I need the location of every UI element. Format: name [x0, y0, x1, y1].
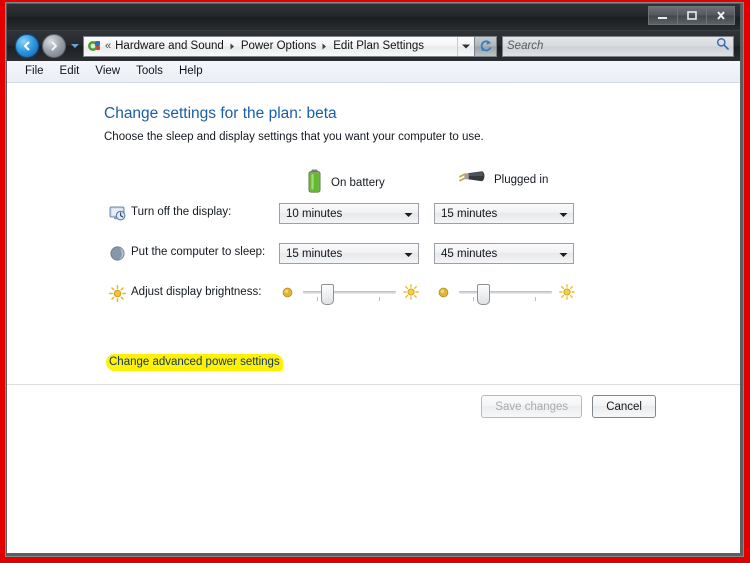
setting-label-put-computer-to-sleep: Put the computer to sleep:	[131, 246, 266, 258]
close-button[interactable]	[706, 6, 735, 25]
minimize-button[interactable]	[648, 6, 677, 25]
advanced-link-row: Change advanced power settings	[7, 349, 740, 383]
sun-dim-icon-on-battery	[279, 284, 295, 300]
setting-row-adjust-brightness: Adjust display brightness:	[7, 279, 740, 323]
sun-dim-icon-plugged-in	[435, 284, 451, 300]
setting-label-turn-off-display: Turn off the display:	[131, 206, 232, 218]
setting-row-put-computer-to-sleep: Put the computer to sleep: 15 minutes 45…	[7, 239, 740, 279]
slider-brightness-plugged-in[interactable]	[459, 284, 552, 305]
column-header-plugged-in: Plugged in	[459, 169, 548, 190]
slider-track	[303, 291, 396, 294]
chevron-down-icon	[404, 245, 413, 263]
slider-tick	[379, 297, 380, 301]
page-subtitle: Choose the sleep and display settings th…	[104, 131, 484, 143]
footer-divider	[7, 384, 740, 385]
menu-item-help[interactable]: Help	[171, 63, 211, 80]
menu-bar: File Edit View Tools Help	[7, 61, 740, 83]
breadcrumb-item-power-options[interactable]: Power Options	[240, 40, 317, 52]
search-placeholder: Search	[507, 40, 544, 52]
maximize-icon	[687, 11, 697, 20]
recent-pages-button[interactable]	[69, 35, 81, 57]
chevron-down-icon	[404, 205, 413, 223]
slider-tick	[317, 297, 318, 301]
control-panel-icon	[85, 37, 103, 56]
refresh-button[interactable]	[475, 35, 497, 57]
combo-sleep-plugged-in[interactable]: 45 minutes	[434, 243, 574, 264]
breadcrumb-separator-icon-2	[317, 43, 332, 50]
combo-value: 15 minutes	[286, 247, 343, 260]
back-button[interactable]	[15, 34, 39, 58]
menu-item-view[interactable]: View	[87, 63, 128, 80]
sleep-moon-icon	[109, 245, 126, 262]
breadcrumb-separator-icon	[225, 43, 240, 50]
slider-tick	[535, 297, 536, 301]
setting-row-turn-off-display: Turn off the display: 10 minutes 15 minu…	[7, 199, 740, 239]
save-changes-button[interactable]: Save changes	[481, 395, 583, 418]
menu-item-file[interactable]: File	[17, 63, 52, 80]
slider-tick	[473, 297, 474, 301]
chevron-down-icon	[559, 245, 568, 263]
combo-sleep-on-battery[interactable]: 15 minutes	[279, 243, 419, 264]
breadcrumb[interactable]: « Hardware and Sound Power Options Edit …	[83, 35, 475, 57]
minimize-icon	[658, 17, 667, 19]
forward-button[interactable]	[42, 34, 66, 58]
setting-label-adjust-brightness: Adjust display brightness:	[131, 286, 262, 298]
search-icon	[716, 37, 729, 55]
sun-bright-icon-plugged-in	[559, 284, 575, 300]
sun-bright-icon-on-battery	[403, 284, 419, 300]
chevron-down-icon	[71, 44, 79, 48]
close-icon	[716, 11, 725, 20]
back-arrow-icon	[16, 35, 38, 57]
window-title-bar	[7, 4, 740, 31]
forward-arrow-icon	[43, 35, 65, 57]
battery-icon	[307, 169, 322, 196]
power-options-window: « Hardware and Sound Power Options Edit …	[6, 3, 743, 556]
breadcrumb-overflow[interactable]: «	[103, 40, 114, 52]
combo-value: 10 minutes	[286, 207, 343, 220]
breadcrumb-dropdown-button[interactable]	[457, 36, 474, 56]
combo-value: 45 minutes	[441, 247, 498, 260]
sun-icon	[109, 285, 126, 302]
breadcrumb-item-edit-plan-settings[interactable]: Edit Plan Settings	[332, 40, 425, 52]
breadcrumb-item-hardware-and-sound[interactable]: Hardware and Sound	[114, 40, 225, 52]
column-headers: On battery Plugged in	[7, 165, 740, 199]
screenshot-capture-frame: « Hardware and Sound Power Options Edit …	[0, 0, 750, 563]
page-title: Change settings for the plan: beta	[104, 105, 337, 122]
slider-thumb[interactable]	[321, 284, 334, 305]
search-input[interactable]: Search	[502, 35, 734, 57]
menu-item-tools[interactable]: Tools	[128, 63, 171, 80]
slider-thumb[interactable]	[477, 284, 490, 305]
footer-buttons: Save changes Cancel	[481, 395, 656, 418]
menu-item-edit[interactable]: Edit	[52, 63, 88, 80]
display-clock-icon	[109, 205, 126, 222]
combo-turn-off-display-on-battery[interactable]: 10 minutes	[279, 203, 419, 224]
column-label-plugged-in: Plugged in	[494, 173, 549, 186]
column-header-on-battery: On battery	[307, 169, 385, 196]
content-area: Change settings for the plan: beta Choos…	[7, 83, 740, 553]
slider-track	[459, 291, 552, 294]
power-plug-icon	[459, 169, 485, 190]
change-advanced-power-settings-link[interactable]: Change advanced power settings	[106, 354, 283, 371]
window-controls	[648, 6, 735, 25]
column-label-on-battery: On battery	[331, 176, 385, 189]
chevron-down-icon	[559, 205, 568, 223]
refresh-icon	[480, 40, 491, 52]
combo-value: 15 minutes	[441, 207, 498, 220]
chevron-down-icon	[462, 44, 470, 48]
maximize-button[interactable]	[677, 6, 706, 25]
combo-turn-off-display-plugged-in[interactable]: 15 minutes	[434, 203, 574, 224]
slider-brightness-on-battery[interactable]	[303, 284, 396, 305]
address-bar: « Hardware and Sound Power Options Edit …	[7, 31, 740, 61]
cancel-button[interactable]: Cancel	[592, 395, 656, 418]
